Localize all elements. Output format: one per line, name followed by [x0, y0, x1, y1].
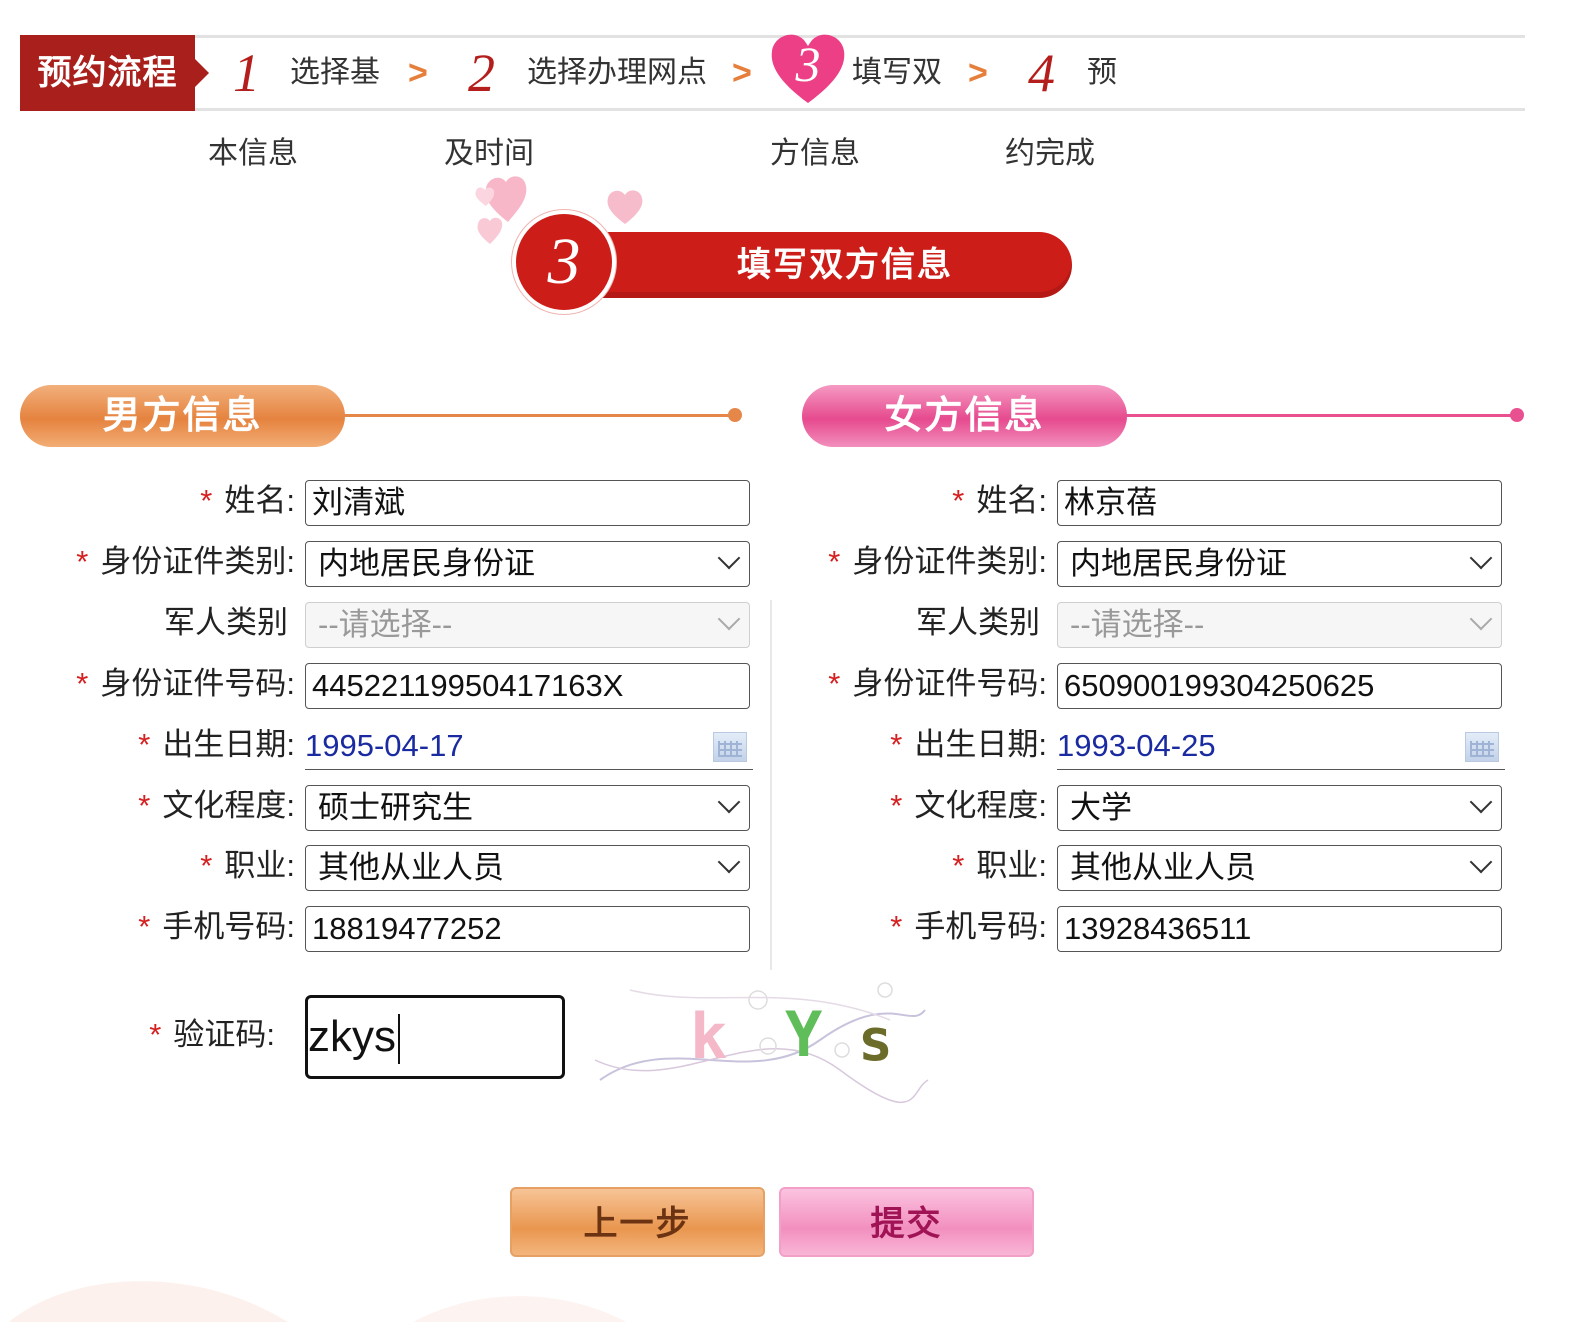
captcha-char-3: s: [858, 1006, 893, 1074]
female-birth-row: * 出生日期: 1993-04-25: [772, 720, 1512, 770]
step-1-label: 选择基: [290, 56, 380, 89]
male-idnum-row: * 身份证件号码: 44522119950417163X: [20, 659, 760, 709]
captcha-image[interactable]: k Y s: [590, 970, 930, 1115]
male-section-rule-dot: [728, 408, 742, 422]
male-section-header: 男方信息: [20, 385, 742, 447]
female-military-select: --请选择--: [1057, 602, 1502, 648]
booking-steps-bar: 预约流程 1 选择基 本信息 > 2 选择办理网点 及时间 > 3 填写双 方信…: [20, 34, 1525, 170]
male-military-row: 军人类别 --请选择--: [20, 598, 760, 648]
step-3-heart-icon: 3: [768, 29, 848, 107]
female-birth-date-input[interactable]: 1993-04-25: [1057, 724, 1505, 770]
chevron-down-icon: [717, 850, 741, 874]
female-military-label: 军人类别: [916, 605, 1040, 640]
banner-step-circle: 3: [512, 210, 616, 314]
female-section-header: 女方信息: [802, 385, 1524, 447]
female-edu-row: * 文化程度: 大学: [772, 781, 1512, 831]
chevron-down-icon: [1469, 607, 1493, 631]
booking-flow-title: 预约流程: [20, 35, 209, 111]
male-section-rule: [340, 414, 736, 417]
chevron-down-icon: [1469, 790, 1493, 814]
female-idnum-row: * 身份证件号码: 650900199304250625: [772, 659, 1512, 709]
captcha-char-1: k: [690, 1000, 727, 1073]
male-phone-input[interactable]: 18819477252: [305, 906, 750, 952]
step-4-label: 预: [1087, 56, 1117, 89]
male-military-select: --请选择--: [305, 602, 750, 648]
background-decoration: [8, 1281, 627, 1322]
step-2-number: 2: [468, 43, 495, 103]
chevron-down-icon: [1469, 546, 1493, 570]
female-idnum-input[interactable]: 650900199304250625: [1057, 663, 1502, 709]
female-name-input[interactable]: 林京蓓: [1057, 480, 1502, 526]
female-edu-label: * 文化程度:: [890, 788, 1047, 823]
male-idtype-label: * 身份证件类别:: [76, 544, 295, 579]
calendar-icon[interactable]: [1465, 732, 1499, 762]
female-name-label: * 姓名:: [952, 483, 1047, 518]
captcha-label: * 验证码:: [149, 1017, 275, 1052]
captcha-char-2: Y: [785, 998, 823, 1071]
step-3-label: 填写双: [852, 56, 942, 89]
female-section-rule-dot: [1510, 408, 1524, 422]
male-job-label: * 职业:: [200, 848, 295, 883]
female-section-rule: [1122, 414, 1518, 417]
chevron-down-icon: [717, 790, 741, 814]
chevron-down-icon: [1469, 850, 1493, 874]
male-name-row: * 姓名: 刘清斌: [20, 476, 760, 526]
female-military-row: 军人类别 --请选择--: [772, 598, 1512, 648]
banner-title: 填写双方信息: [737, 246, 953, 284]
female-job-select[interactable]: 其他从业人员: [1057, 845, 1502, 891]
banner-step-number: 3: [547, 225, 581, 298]
female-idtype-select[interactable]: 内地居民身份证: [1057, 541, 1502, 587]
male-birth-label: * 出生日期:: [138, 727, 295, 762]
male-phone-label: * 手机号码:: [138, 909, 295, 944]
chevron-right-icon: >: [968, 54, 988, 92]
step-1-number: 1: [233, 43, 260, 103]
chevron-right-icon: >: [408, 54, 428, 92]
female-idtype-row: * 身份证件类别: 内地居民身份证: [772, 537, 1512, 587]
submit-button[interactable]: 提交: [779, 1187, 1034, 1257]
chevron-down-icon: [717, 546, 741, 570]
step-3-number: 3: [795, 36, 821, 92]
male-idnum-label: * 身份证件号码:: [76, 666, 295, 701]
step-3-label-line2: 方信息: [770, 137, 860, 170]
female-edu-select[interactable]: 大学: [1057, 785, 1502, 831]
text-caret: [398, 1014, 400, 1065]
female-birth-label: * 出生日期:: [890, 727, 1047, 762]
female-phone-label: * 手机号码:: [890, 909, 1047, 944]
captcha-input[interactable]: zkys: [305, 995, 565, 1079]
male-edu-label: * 文化程度:: [138, 788, 295, 823]
male-edu-select[interactable]: 硕士研究生: [305, 785, 750, 831]
female-name-row: * 姓名: 林京蓓: [772, 476, 1512, 526]
male-name-input[interactable]: 刘清斌: [305, 480, 750, 526]
step-2-label: 选择办理网点: [527, 56, 707, 89]
male-idnum-input[interactable]: 44522119950417163X: [305, 663, 750, 709]
chevron-down-icon: [717, 607, 741, 631]
calendar-icon[interactable]: [713, 732, 747, 762]
male-idtype-select[interactable]: 内地居民身份证: [305, 541, 750, 587]
step-4-label-line2: 约完成: [1005, 137, 1095, 170]
male-name-label: * 姓名:: [200, 483, 295, 518]
male-edu-row: * 文化程度: 硕士研究生: [20, 781, 760, 831]
male-job-select[interactable]: 其他从业人员: [305, 845, 750, 891]
male-birth-row: * 出生日期: 1995-04-17: [20, 720, 760, 770]
female-phone-row: * 手机号码: 13928436511: [772, 902, 1512, 952]
step-4-number: 4: [1028, 43, 1055, 103]
step-1-label-line2: 本信息: [208, 137, 298, 170]
male-birth-date-input[interactable]: 1995-04-17: [305, 724, 753, 770]
chevron-right-icon: >: [732, 54, 752, 92]
male-idtype-row: * 身份证件类别: 内地居民身份证: [20, 537, 760, 587]
previous-step-button[interactable]: 上一步: [510, 1187, 765, 1257]
male-section-title: 男方信息: [20, 385, 345, 447]
female-section-title: 女方信息: [802, 385, 1127, 447]
female-idtype-label: * 身份证件类别:: [828, 544, 1047, 579]
female-phone-input[interactable]: 13928436511: [1057, 906, 1502, 952]
female-job-row: * 职业: 其他从业人员: [772, 841, 1512, 891]
male-military-label: 军人类别: [164, 605, 288, 640]
female-job-label: * 职业:: [952, 848, 1047, 883]
male-phone-row: * 手机号码: 18819477252: [20, 902, 760, 952]
male-job-row: * 职业: 其他从业人员: [20, 841, 760, 891]
female-idnum-label: * 身份证件号码:: [828, 666, 1047, 701]
current-step-banner: 3 填写双方信息: [512, 210, 1072, 315]
